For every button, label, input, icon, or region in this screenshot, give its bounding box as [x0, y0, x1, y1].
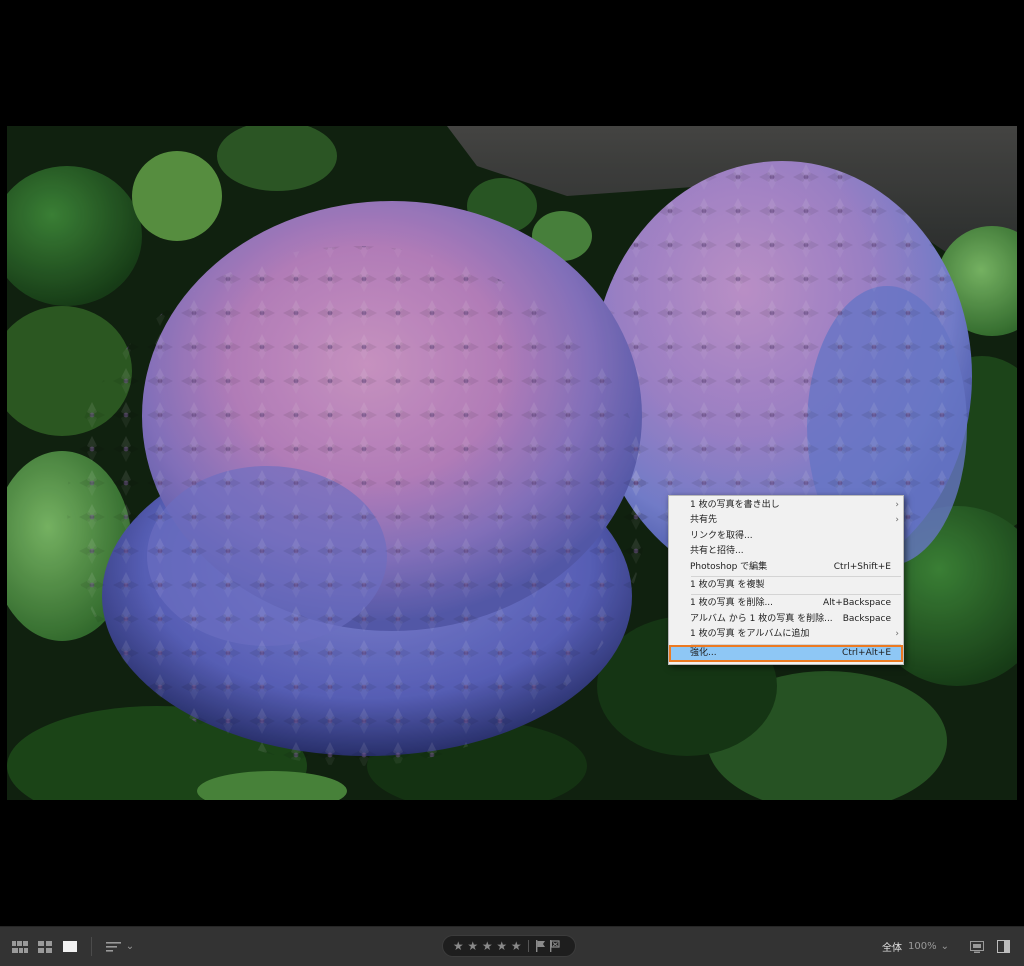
menu-item-label: 強化... — [690, 647, 717, 658]
menu-item-enhance[interactable]: 強化... Ctrl+Alt+E — [669, 644, 903, 662]
menu-item-shortcut: Ctrl+Shift+E — [833, 561, 891, 572]
zoom-control[interactable]: 全体 100% ⌄ — [882, 927, 960, 966]
photo-view[interactable] — [7, 126, 1017, 800]
star-rating-2[interactable]: ★ — [466, 935, 481, 957]
menu-item-label: アルバム から 1 枚の写真 を削除... — [690, 613, 833, 624]
menu-separator — [691, 575, 901, 577]
grid-view-button[interactable] — [10, 927, 30, 966]
star-rating-5[interactable]: ★ — [509, 935, 524, 957]
grid-icon — [12, 940, 28, 953]
sort-icon — [105, 941, 121, 952]
menu-item-edit-in-photoshop[interactable]: Photoshop で編集 Ctrl+Shift+E — [669, 560, 903, 575]
context-menu: 1 枚の写真を書き出し › 共有先 › リンクを取得... 共有と招待... P… — [668, 495, 904, 665]
menu-separator — [691, 594, 901, 596]
menu-item-remove-from-album[interactable]: アルバム から 1 枚の写真 を削除... Backspace — [669, 612, 903, 627]
menu-item-add-to-album[interactable]: 1 枚の写真 をアルバムに追加 › — [669, 627, 903, 642]
square-grid-icon — [38, 940, 52, 953]
menu-item-label: 共有と招待... — [690, 546, 744, 557]
submenu-chevron-icon: › — [895, 629, 899, 640]
menu-item-get-link[interactable]: リンクを取得... — [669, 529, 903, 544]
menu-item-shortcut: Ctrl+Alt+E — [842, 647, 891, 658]
chevron-down-icon: ⌄ — [125, 940, 135, 952]
panel-toggle-button[interactable] — [994, 927, 1012, 966]
rating-divider — [527, 940, 529, 952]
panel-toggle-icon — [996, 940, 1010, 953]
bottom-toolbar: ⌄ ★ ★ ★ ★ ★ 全体 100% ⌄ — [0, 926, 1024, 966]
menu-item-delete-photo[interactable]: 1 枚の写真 を削除... Alt+Backspace — [669, 596, 903, 611]
compare-button[interactable] — [968, 927, 986, 966]
menu-item-label: 1 枚の写真を書き出し — [690, 500, 780, 510]
menu-separator — [691, 643, 901, 645]
square-grid-view-button[interactable] — [35, 927, 55, 966]
detail-view-icon — [63, 941, 77, 952]
reject-flag-button[interactable] — [548, 939, 562, 953]
sort-button[interactable]: ⌄ — [102, 927, 138, 966]
menu-item-label: 1 枚の写真 を複製 — [690, 579, 765, 590]
flag-icon — [536, 940, 545, 952]
menu-item-shortcut: Alt+Backspace — [823, 598, 891, 609]
menu-item-label: 1 枚の写真 を削除... — [690, 598, 774, 609]
detail-view-button[interactable] — [60, 927, 80, 966]
submenu-chevron-icon: › — [895, 500, 899, 510]
menu-item-duplicate-photo[interactable]: 1 枚の写真 を複製 — [669, 578, 903, 593]
compare-icon — [970, 940, 984, 953]
star-rating-3[interactable]: ★ — [480, 935, 495, 957]
pick-flag-button[interactable] — [534, 939, 548, 953]
chevron-down-icon: ⌄ — [940, 940, 949, 952]
menu-item-label: リンクを取得... — [690, 530, 753, 541]
menu-item-label: 1 枚の写真 をアルバムに追加 — [690, 629, 810, 640]
menu-item-shortcut: Backspace — [842, 613, 891, 624]
zoom-percentage[interactable]: 100% — [908, 941, 937, 952]
menu-item-label: Photoshop で編集 — [690, 561, 768, 572]
menu-item-share-to[interactable]: 共有先 › — [669, 513, 903, 528]
reject-flag-icon — [550, 940, 560, 952]
star-rating-1[interactable]: ★ — [451, 935, 466, 957]
menu-item-export-photo[interactable]: 1 枚の写真を書き出し › — [669, 498, 903, 513]
zoom-fit-label[interactable]: 全体 — [882, 939, 902, 954]
star-rating-4[interactable]: ★ — [495, 935, 510, 957]
submenu-chevron-icon: › — [895, 515, 899, 526]
hydrangea-photo — [7, 126, 1017, 800]
menu-item-share-invite[interactable]: 共有と招待... — [669, 544, 903, 559]
menu-item-label: 共有先 — [690, 515, 718, 526]
rating-flag-bar: ★ ★ ★ ★ ★ — [442, 935, 576, 957]
toolbar-divider — [91, 937, 92, 956]
